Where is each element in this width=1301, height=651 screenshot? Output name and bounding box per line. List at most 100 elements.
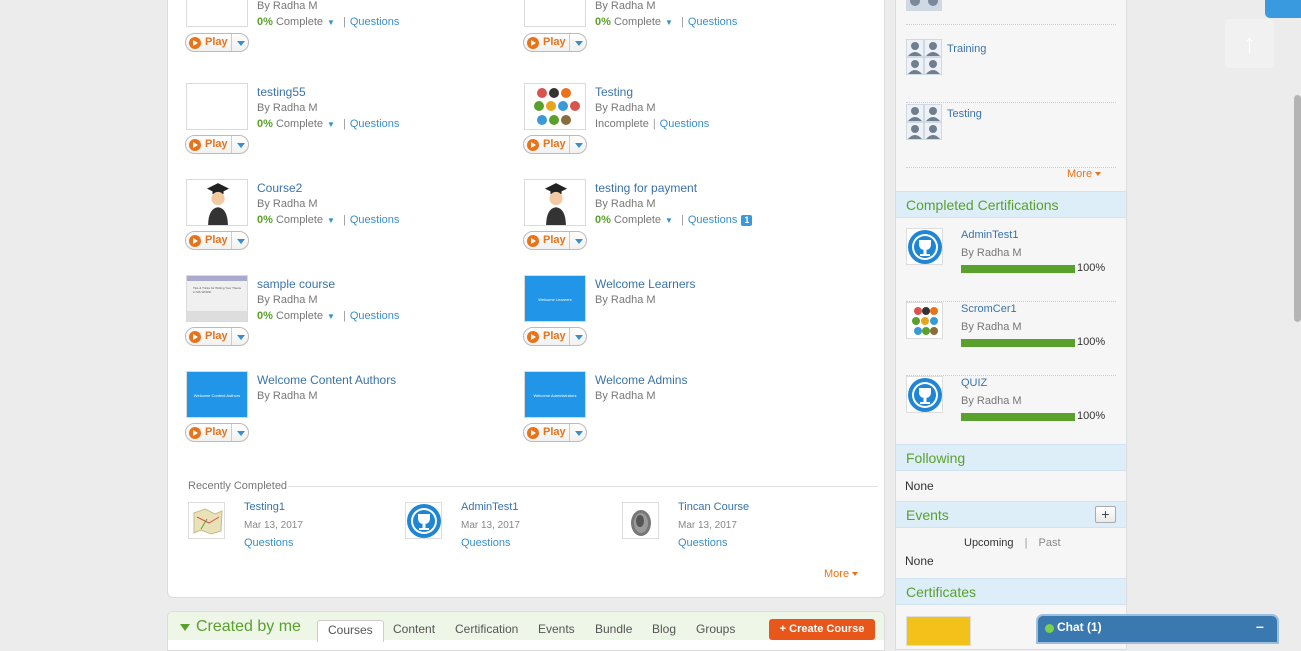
recent-thumbnail[interactable] [405,502,442,539]
questions-count-badge: 1 [741,215,753,226]
recent-date: Mar 13, 2017 [678,520,737,531]
recent-more-link[interactable]: More [824,568,858,580]
play-button[interactable]: Play [185,423,249,442]
play-button[interactable]: Play [523,231,587,250]
status-caret-icon[interactable]: ▼ [665,216,673,225]
questions-link[interactable]: Questions [350,16,400,28]
status-caret-icon[interactable]: ▼ [327,216,335,225]
status-caret-icon[interactable]: ▼ [327,312,335,321]
course-thumbnail[interactable] [186,179,248,226]
play-button[interactable]: Play [185,135,249,154]
create-course-button[interactable]: + Create Course [769,619,875,640]
course-status: 0% Complete ▼ | Questions [257,310,400,322]
course-thumbnail[interactable] [524,83,586,130]
course-title[interactable]: Course2 [257,181,302,195]
questions-link[interactable]: Questions [688,214,738,226]
group-item[interactable]: Testing [906,104,1116,168]
status-caret-icon[interactable]: ▼ [665,18,673,27]
course-author: By Radha M [595,294,656,306]
recent-title[interactable]: AdminTest1 [461,501,518,513]
course-title[interactable]: Welcome Admins [595,373,687,387]
cert-author: By Radha M [961,247,1022,259]
events-filter: Upcoming | Past [964,537,1061,549]
group-item[interactable] [906,0,1116,25]
course-title[interactable]: sample course [257,277,335,291]
chat-bar[interactable]: Chat (1) – [1036,614,1279,644]
course-card: Testing By Radha M Incomplete | Questions … [506,83,836,159]
course-thumbnail[interactable]: Tips & Tricks for Writing Your Thesis in… [186,275,248,322]
recent-thumbnail[interactable] [188,502,225,539]
course-card: Welcome Content Authors Welcome Content … [168,371,498,447]
course-thumbnail[interactable]: Welcome Learners [524,275,586,322]
questions-link[interactable]: Questions [350,310,400,322]
scroll-to-top-arrow-icon[interactable]: ↑ [1225,19,1274,68]
play-dropdown-icon[interactable] [231,34,249,51]
following-value: None [905,479,934,493]
questions-link[interactable]: Questions [688,16,738,28]
collapse-caret-icon[interactable] [180,624,190,631]
play-button[interactable]: Play [523,423,587,442]
play-button[interactable]: Play [185,231,249,250]
cert-title[interactable]: AdminTest1 [961,229,1018,241]
groups-more-link[interactable]: More [1067,168,1101,180]
cert-title[interactable]: QUIZ [961,377,987,389]
events-past-tab[interactable]: Past [1039,537,1061,549]
play-button[interactable]: Play [523,327,587,346]
cert-thumbnail[interactable] [906,376,943,413]
cert-thumbnail[interactable] [906,228,943,265]
certificate-thumbnail[interactable] [906,616,971,646]
cert-title[interactable]: ScromCer1 [961,303,1017,315]
group-label[interactable]: Testing [947,108,982,120]
play-dropdown-icon[interactable] [231,232,249,249]
play-dropdown-icon[interactable] [569,232,587,249]
play-dropdown-icon[interactable] [231,328,249,345]
course-title[interactable]: Welcome Content Authors [257,373,396,387]
course-title[interactable]: Testing [595,85,633,99]
add-event-button[interactable]: + [1095,506,1116,523]
recent-title[interactable]: Tincan Course [678,501,749,513]
recent-thumbnail[interactable] [622,502,659,539]
play-button[interactable]: Play [523,33,587,52]
questions-link[interactable]: Questions [350,118,400,130]
course-thumbnail[interactable]: Welcome Administrators [524,371,586,418]
play-dropdown-icon[interactable] [569,34,587,51]
course-title[interactable]: Welcome Learners [595,277,696,291]
created-by-me-title: Created by me [196,618,301,635]
course-title[interactable]: testing55 [257,85,306,99]
play-dropdown-icon[interactable] [569,424,587,441]
play-button[interactable]: Play [523,135,587,154]
course-thumbnail[interactable] [186,0,248,27]
page-scrollbar[interactable] [1294,95,1301,322]
play-button[interactable]: Play [185,33,249,52]
questions-link[interactable]: Questions [461,537,511,549]
course-card: testing55 By Radha M 0% Complete ▼ | Questi… [168,83,498,159]
play-dropdown-icon[interactable] [231,424,249,441]
group-item[interactable]: Training [906,39,1116,103]
questions-link[interactable]: Questions [678,537,728,549]
cert-thumbnail[interactable] [906,302,943,339]
play-dropdown-icon[interactable] [569,328,587,345]
play-icon [527,139,539,151]
questions-link[interactable]: Questions [350,214,400,226]
play-button[interactable]: Play [185,327,249,346]
course-thumbnail[interactable] [524,179,586,226]
thumbnail-caption: Welcome Learners [525,276,585,321]
status-caret-icon[interactable]: ▼ [327,18,335,27]
course-title[interactable]: testing for payment [595,181,697,195]
divider [288,486,878,487]
course-thumbnail[interactable] [186,83,248,130]
course-thumbnail[interactable] [524,0,586,27]
questions-link[interactable]: Questions [244,537,294,549]
play-dropdown-icon[interactable] [231,136,249,153]
questions-link[interactable]: Questions [660,118,710,130]
course-thumbnail[interactable]: Welcome Content Authors [186,371,248,418]
recent-title[interactable]: Testing1 [244,501,285,513]
minimize-chat-button[interactable]: – [1256,618,1264,634]
events-upcoming-tab[interactable]: Upcoming [964,537,1014,549]
play-icon [527,37,539,49]
play-dropdown-icon[interactable] [569,136,587,153]
notification-tab[interactable] [1265,0,1301,18]
online-status-icon [1045,624,1054,633]
group-label[interactable]: Training [947,43,986,55]
status-caret-icon[interactable]: ▼ [327,120,335,129]
